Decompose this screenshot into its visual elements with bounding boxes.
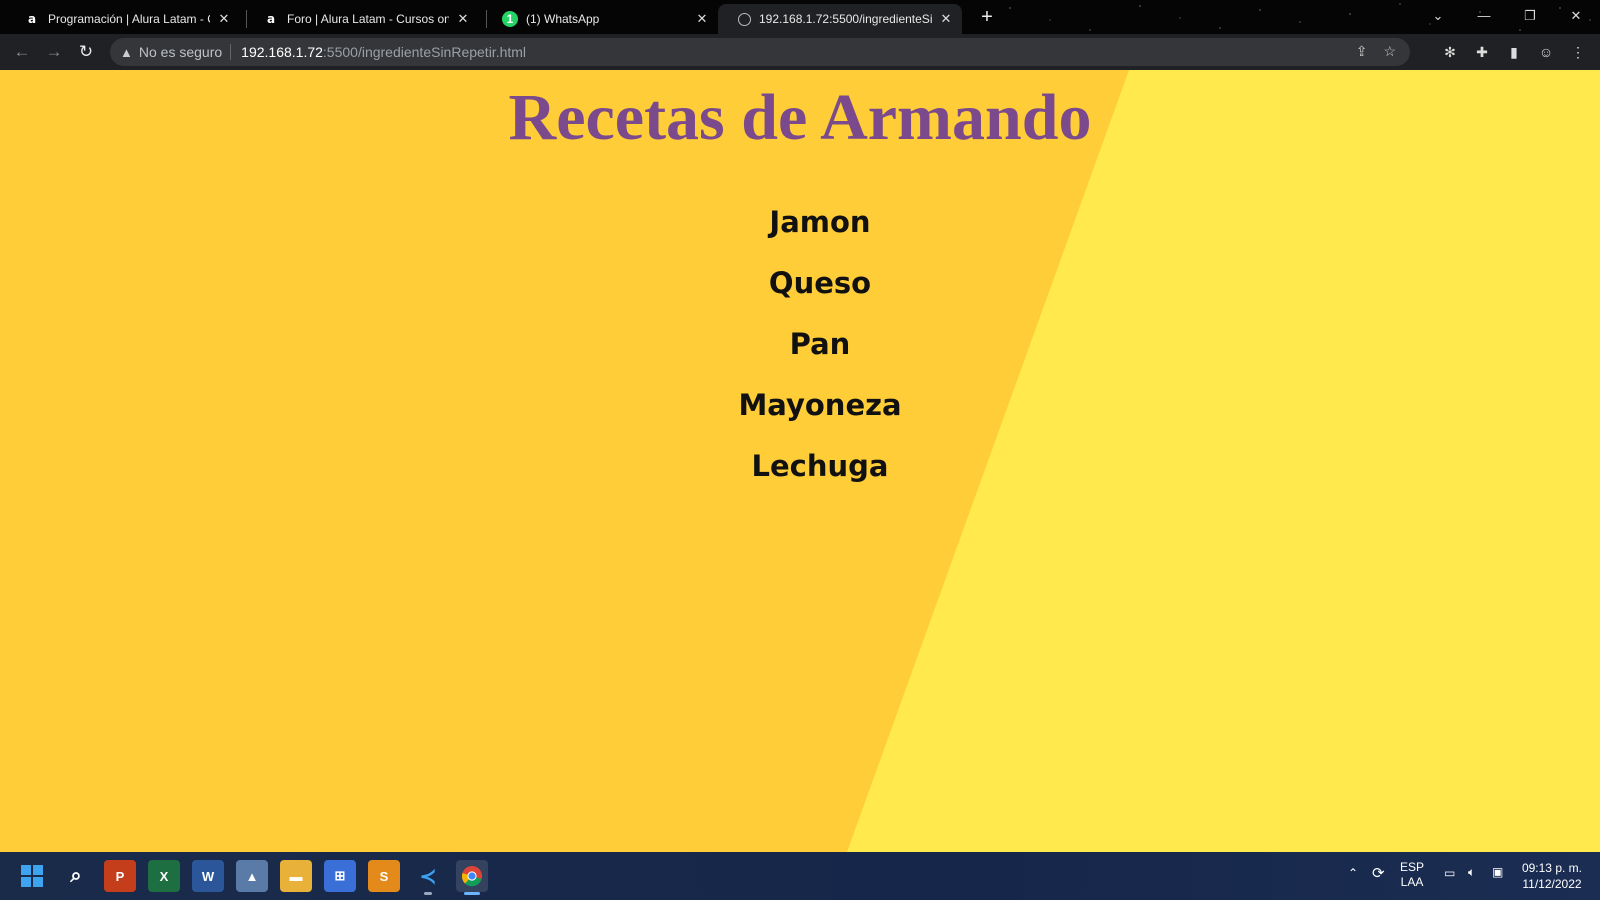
photos-icon[interactable]: ▲ <box>236 860 268 892</box>
chevron-up-icon[interactable]: ⌃ <box>1348 866 1358 880</box>
bookmark-star-icon[interactable]: ☆ <box>1383 43 1396 60</box>
forward-button[interactable]: → <box>42 40 66 64</box>
address-bar[interactable]: ▲ No es seguro 192.168.1.72 :5500/ingred… <box>110 38 1410 66</box>
network-icon[interactable]: ▭ <box>1444 866 1455 880</box>
tab-alura-programacion[interactable]: a Programación | Alura Latam - Cu ✕ <box>4 4 240 34</box>
running-indicator <box>424 892 432 895</box>
browser-toolbar: ← → ↻ ▲ No es seguro 192.168.1.72 :5500/… <box>0 34 1600 70</box>
tab-alura-foro[interactable]: a Foro | Alura Latam - Cursos onlin ✕ <box>243 4 479 34</box>
powerpoint-icon[interactable]: P <box>104 860 136 892</box>
tab-title: Foro | Alura Latam - Cursos onlin <box>287 12 449 26</box>
battery-icon[interactable]: ▣ <box>1492 865 1503 879</box>
ingredient-list: Jamon Queso Pan Mayoneza Lechuga <box>0 202 1600 507</box>
clock-date: 11/12/2022 <box>1522 877 1582 891</box>
close-window-button[interactable]: ✕ <box>1560 4 1592 28</box>
whatsapp-icon: 1 <box>502 11 518 27</box>
alura-icon: a <box>266 12 276 26</box>
tab-title: 192.168.1.72:5500/ingredienteSi <box>759 12 932 26</box>
browser-tab-strip: a Programación | Alura Latam - Cu ✕ a Fo… <box>0 0 1600 34</box>
language-code: ESP <box>1400 860 1425 874</box>
list-item: Mayoneza <box>738 388 902 422</box>
menu-kebab-icon[interactable]: ⋮ <box>1568 42 1588 62</box>
file-explorer-icon[interactable]: ▬ <box>280 860 312 892</box>
sync-icon[interactable]: ⟳ <box>1372 864 1385 882</box>
omnibox-divider <box>230 44 232 60</box>
list-item: Queso <box>768 266 872 300</box>
close-icon[interactable]: ✕ <box>216 11 232 27</box>
chrome-logo-icon <box>461 866 482 887</box>
language-indicator[interactable]: ESP LAA <box>1400 860 1424 890</box>
page-title: Recetas de Armando <box>508 81 1092 154</box>
tab-title: (1) WhatsApp <box>526 12 600 26</box>
globe-icon <box>738 12 751 26</box>
close-icon[interactable]: ✕ <box>694 11 710 27</box>
tab-whatsapp[interactable]: 1 (1) WhatsApp ✕ <box>482 4 718 34</box>
alura-icon: a <box>27 12 37 26</box>
extension-icon[interactable]: ✻ <box>1440 42 1460 62</box>
system-clock[interactable]: 09:13 p. m. 11/12/2022 <box>1522 860 1582 892</box>
microsoft-store-icon[interactable]: ⊞ <box>324 860 356 892</box>
list-item: Jamon <box>769 205 871 239</box>
minimize-button[interactable]: — <box>1468 4 1500 28</box>
tab-title: Programación | Alura Latam - Cu <box>48 12 210 26</box>
new-tab-button[interactable]: + <box>976 6 998 28</box>
reload-button[interactable]: ↻ <box>74 40 98 64</box>
list-item: Lechuga <box>751 449 889 483</box>
windows-logo-icon <box>21 865 43 887</box>
security-label[interactable]: No es seguro <box>139 44 222 60</box>
word-icon[interactable]: W <box>192 860 224 892</box>
chrome-icon[interactable] <box>456 860 488 895</box>
keyboard-layout: LAA <box>1400 875 1424 889</box>
vscode-icon[interactable]: ≺ <box>412 860 444 895</box>
back-button[interactable]: ← <box>10 40 34 64</box>
search-icon[interactable]: ⌕ <box>60 860 92 892</box>
restore-button[interactable]: ❐ <box>1514 4 1546 28</box>
windows-taskbar: ⌕ P X W ▲ ▬ ⊞ S ≺ ⌃ ⟳ ESP LAA ▭ 🔈︎ ▣ 09:… <box>0 852 1600 900</box>
warning-icon: ▲ <box>120 44 133 60</box>
clock-time: 09:13 p. m. <box>1521 861 1582 875</box>
volume-icon[interactable]: 🔈︎ <box>1468 865 1475 880</box>
sublime-text-icon[interactable]: S <box>368 860 400 892</box>
share-icon[interactable]: ⇪ <box>1356 43 1368 60</box>
url-host: 192.168.1.72 <box>241 44 323 60</box>
list-item: Pan <box>789 327 851 361</box>
profile-avatar[interactable]: ☺ <box>1536 42 1556 62</box>
close-icon[interactable]: ✕ <box>938 11 954 27</box>
tab-search-icon[interactable]: ⌄ <box>1422 4 1454 28</box>
tab-current-page[interactable]: 192.168.1.72:5500/ingredienteSi ✕ <box>718 4 962 34</box>
web-page: Recetas de Armando Jamon Queso Pan Mayon… <box>0 70 1600 852</box>
side-panel-icon[interactable]: ▮ <box>1504 42 1524 62</box>
close-icon[interactable]: ✕ <box>455 11 471 27</box>
start-button[interactable] <box>16 860 48 892</box>
url-path: :5500/ingredienteSinRepetir.html <box>322 44 527 60</box>
extensions-puzzle-icon[interactable]: ✚ <box>1472 42 1492 62</box>
excel-icon[interactable]: X <box>148 860 180 892</box>
running-indicator <box>464 892 480 895</box>
